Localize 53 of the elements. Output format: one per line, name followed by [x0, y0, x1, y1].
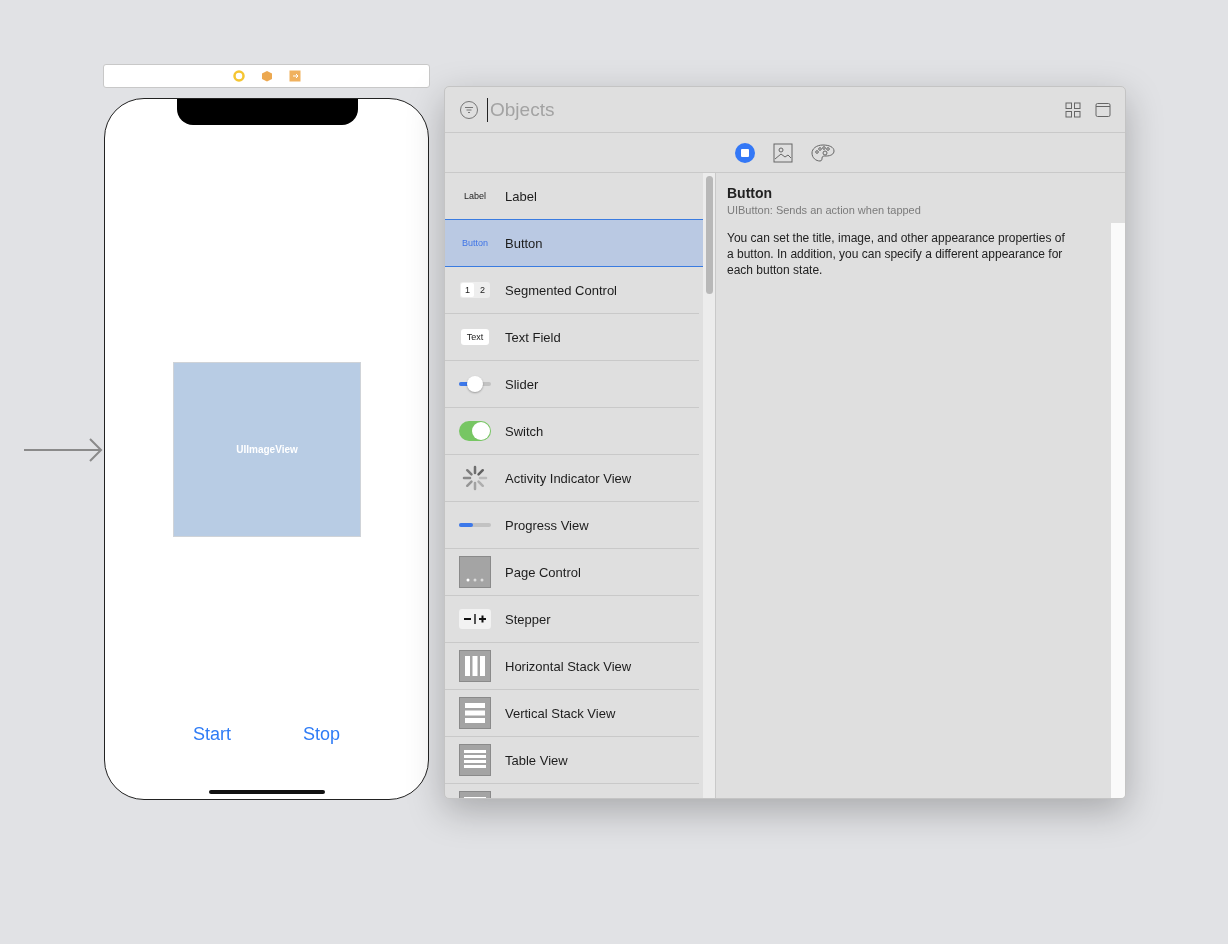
library-item[interactable]: Activity Indicator View [445, 455, 699, 502]
library-item[interactable]: Page Control [445, 549, 699, 596]
segmented-preview: 1 2 [460, 282, 490, 298]
library-item[interactable]: Horizontal Stack View [445, 643, 699, 690]
library-item[interactable]: Slider [445, 361, 699, 408]
library-item[interactable]: Progress View [445, 502, 699, 549]
label-preview: Label [464, 191, 486, 201]
item-name: Button [505, 235, 543, 251]
library-item[interactable]: Stepper [445, 596, 699, 643]
phone-button[interactable]: Stop [291, 724, 352, 745]
item-name: Horizontal Stack View [505, 658, 632, 674]
item-name: Activity Indicator View [505, 470, 632, 486]
item-name: Segmented Control [505, 282, 617, 298]
item-name: Vertical Stack View [505, 705, 616, 721]
detail-title: Button [727, 185, 774, 201]
item-name: Table View [505, 752, 568, 768]
button-preview: Button [462, 238, 488, 248]
phone-button[interactable]: Start [180, 724, 243, 745]
library-item[interactable]: 1 2 Segmented Control [445, 267, 699, 314]
item-name: Slider [505, 376, 539, 392]
item-name: Switch [505, 423, 544, 439]
page-control-icon [459, 556, 491, 588]
library-item[interactable]: Text Text Field [445, 314, 699, 361]
library-item[interactable]: Button Button [445, 219, 703, 267]
library-item[interactable]: Switch [445, 408, 699, 455]
horizontal-stack-icon [459, 650, 491, 682]
vertical-stack-icon [459, 697, 491, 729]
stepper-icon [459, 609, 491, 629]
palette-icon[interactable] [810, 141, 836, 164]
search-field[interactable]: Objects [487, 97, 1057, 122]
library-item[interactable]: Vertical Stack View [445, 690, 699, 737]
image-icon[interactable] [772, 141, 794, 164]
item-name: Page Control [505, 564, 581, 580]
entry-arrow-icon [24, 437, 104, 463]
text-field-preview: Text [460, 329, 490, 345]
library-item[interactable]: Table View [445, 737, 699, 784]
spinner-icon [462, 465, 488, 491]
image-view: UIImageView [173, 362, 361, 537]
cube-icon[interactable] [260, 70, 273, 82]
detail-subtitle: UIButton: Sends an action when tapped [727, 204, 922, 216]
window-icon[interactable] [1095, 101, 1111, 118]
circle-icon[interactable] [232, 70, 245, 82]
exit-icon[interactable] [288, 70, 301, 82]
item-name: Progress View [505, 517, 589, 533]
table-icon [459, 744, 491, 776]
grid-view-icon[interactable] [1065, 101, 1081, 118]
filter-icon[interactable] [459, 99, 479, 120]
detail-description: You can set the title, image, and other appearance properties of a button. In addition, you can specify a different appearance for each button state. [727, 230, 1066, 278]
square-icon[interactable] [734, 141, 756, 164]
item-name: Text Field [505, 329, 561, 345]
item-name: Stepper [505, 611, 551, 627]
scrollbar-thumb[interactable] [705, 176, 713, 294]
item-name: Label [505, 188, 537, 204]
